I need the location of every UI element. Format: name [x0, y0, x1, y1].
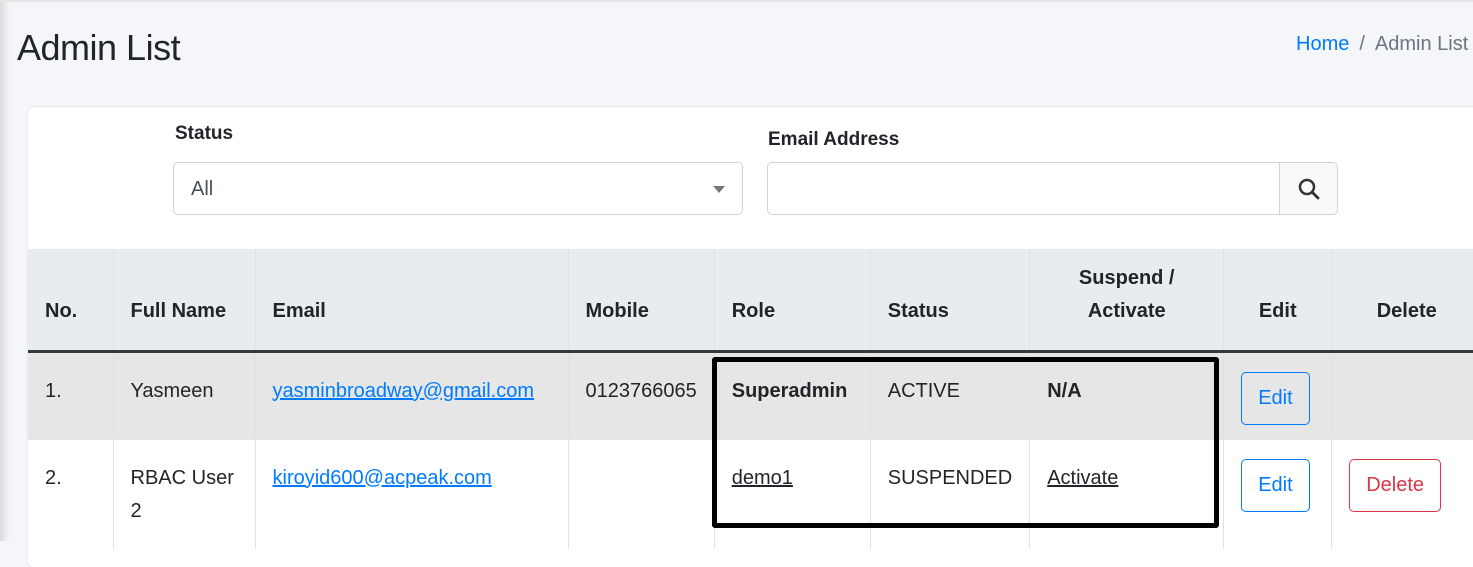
top-divider	[0, 0, 1473, 2]
cell-name: RBAC User 2	[113, 438, 256, 549]
col-no: No.	[28, 249, 114, 353]
col-status: Status	[870, 249, 1031, 353]
delete-button[interactable]: Delete	[1349, 458, 1442, 512]
status-select[interactable]: All	[173, 162, 743, 215]
col-role: Role	[714, 249, 871, 353]
role-link[interactable]: demo1	[732, 467, 793, 489]
edit-button[interactable]: Edit	[1241, 458, 1310, 512]
table-row: 1. Yasmeen yasminbroadway@gmail.com 0123…	[28, 350, 1473, 439]
col-email: Email	[255, 249, 569, 353]
email-link[interactable]: kiroyid600@acpeak.com	[273, 467, 492, 489]
cell-name: Yasmeen	[113, 350, 256, 439]
table-header-row: No. Full Name Email Mobile Role Status S…	[28, 249, 1473, 353]
breadcrumb-home[interactable]: Home	[1296, 33, 1349, 55]
cell-mobile: 0123766065	[568, 350, 715, 439]
col-edit: Edit	[1223, 249, 1333, 353]
breadcrumb-current: Admin List	[1374, 33, 1469, 55]
page-title: Admin List	[17, 27, 181, 68]
status-label: Status	[175, 123, 234, 144]
breadcrumb: Home / Admin List	[1296, 33, 1468, 56]
admin-table: No. Full Name Email Mobile Role Status S…	[28, 249, 1473, 549]
status-select-value: All	[191, 178, 214, 200]
col-suspend-activate: Suspend / Activate	[1029, 249, 1225, 353]
col-full-name: Full Name	[113, 249, 256, 353]
cell-mobile	[568, 438, 715, 549]
admin-list-card: Status All Email Address No. Full Name E…	[28, 107, 1473, 567]
cell-delete-empty	[1331, 350, 1473, 439]
col-delete: Delete	[1331, 249, 1473, 353]
table-row: 2. RBAC User 2 kiroyid600@acpeak.com dem…	[28, 438, 1473, 549]
edit-button[interactable]: Edit	[1241, 371, 1310, 425]
email-address-label: Email Address	[768, 129, 900, 150]
caret-down-icon	[713, 186, 725, 193]
cell-status: SUSPENDED	[870, 438, 1031, 549]
search-button[interactable]	[1279, 162, 1338, 215]
activate-link[interactable]: Activate	[1047, 467, 1118, 489]
search-icon	[1298, 178, 1319, 199]
cell-action: N/A	[1029, 350, 1225, 439]
col-mobile: Mobile	[568, 249, 715, 353]
cell-no: 2.	[28, 438, 114, 549]
email-link[interactable]: yasminbroadway@gmail.com	[273, 380, 535, 402]
email-search-input[interactable]	[767, 162, 1280, 215]
sidebar-edge	[0, 0, 10, 541]
breadcrumb-separator: /	[1359, 33, 1365, 55]
cell-role: Superadmin	[714, 350, 871, 439]
cell-no: 1.	[28, 350, 114, 439]
col-suspend-line1: Suspend /	[1078, 266, 1175, 289]
col-suspend-line2: Activate	[1087, 299, 1166, 322]
cell-status: ACTIVE	[870, 350, 1031, 439]
